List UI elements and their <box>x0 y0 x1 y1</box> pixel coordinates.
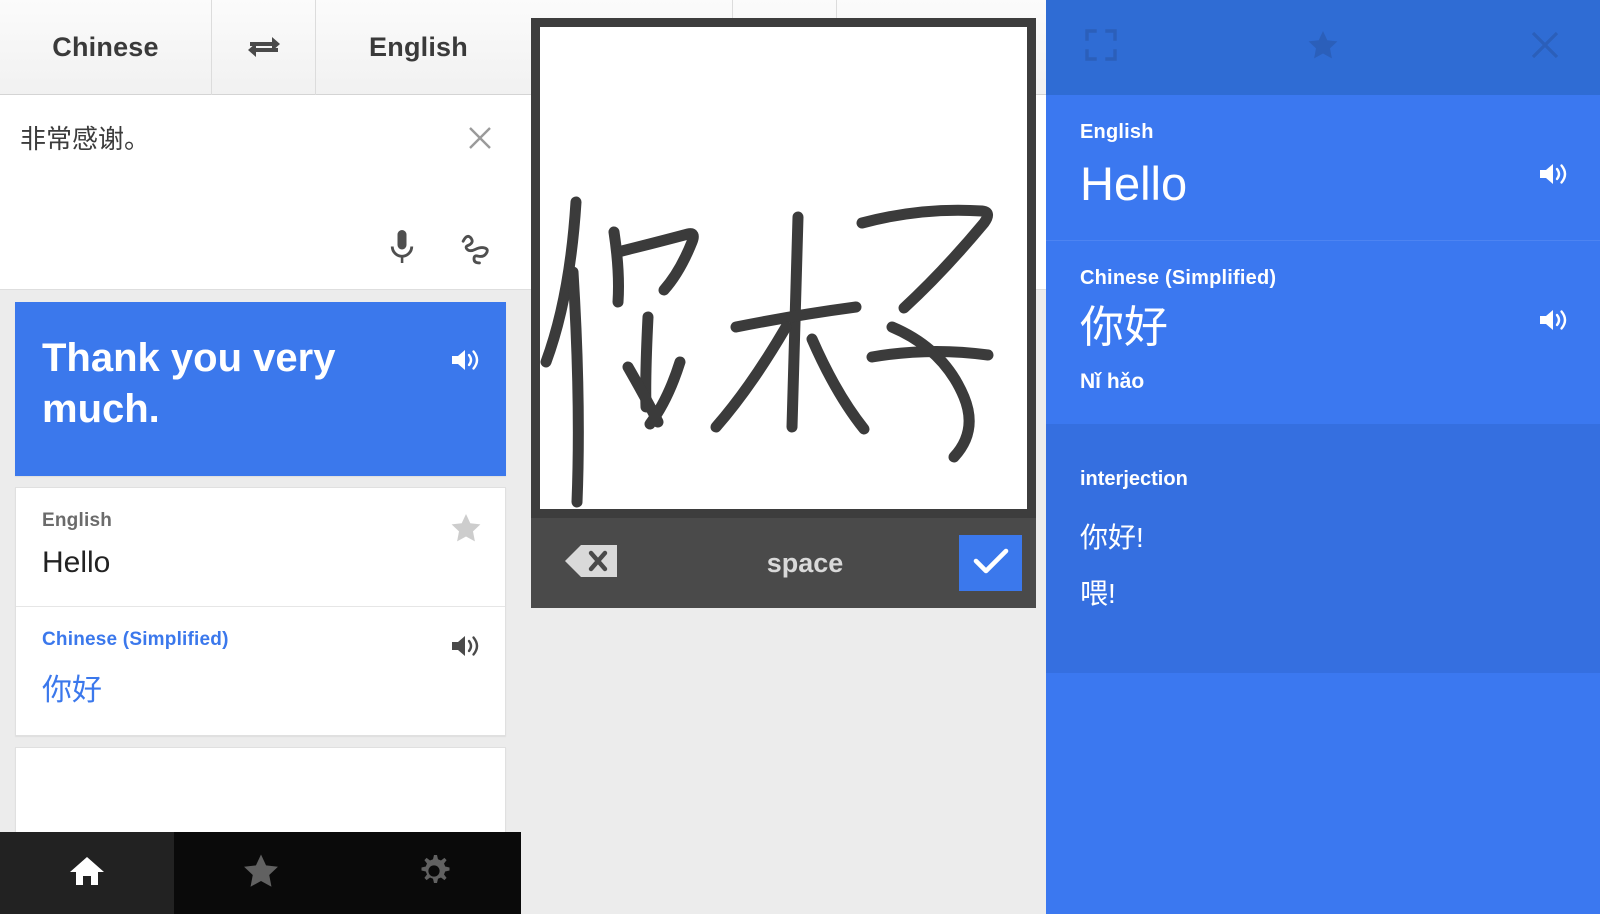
microphone-icon[interactable] <box>383 227 421 269</box>
favorite-button[interactable] <box>1156 29 1490 66</box>
detail-header <box>1046 0 1600 95</box>
source-input-tools <box>383 227 493 269</box>
star-icon <box>1306 29 1340 66</box>
list-item[interactable]: English Hello <box>16 488 505 606</box>
definition-entry: 你好! <box>1080 522 1144 554</box>
handwriting-keyboard-bar: space <box>531 518 1036 608</box>
source-text-area[interactable]: 非常感谢。 <box>0 95 521 290</box>
swap-horizontal-icon <box>246 34 282 60</box>
clear-source-button[interactable] <box>461 119 499 157</box>
definition-entry: 喂! <box>1080 577 1116 609</box>
source-language-button[interactable]: Chinese <box>0 0 212 95</box>
handwriting-frame <box>531 18 1036 518</box>
nav-starred-button[interactable] <box>174 832 348 914</box>
detail-romanization: Nǐ hǎo <box>1080 370 1145 394</box>
nav-settings-button[interactable] <box>347 832 521 914</box>
fullscreen-button[interactable] <box>1046 28 1156 67</box>
space-key[interactable]: space <box>651 548 959 579</box>
detail-target-block: Chinese (Simplified) 你好 Nǐ hǎo <box>1046 239 1600 425</box>
volume-icon[interactable] <box>1536 305 1572 340</box>
detail-source-language: English <box>1080 121 1154 143</box>
volume-icon[interactable] <box>449 345 483 380</box>
handwriting-app-panel: Chinese English 你好 <box>521 0 1046 914</box>
enter-key[interactable] <box>959 535 1022 591</box>
target-language-label: English <box>369 31 468 62</box>
space-key-label: space <box>766 547 844 578</box>
nav-home-button[interactable] <box>0 832 174 914</box>
source-language-label: Chinese <box>52 31 159 62</box>
translation-detail-panel: English Hello Chinese (Simplified) 你好 Nǐ… <box>1046 0 1600 914</box>
primary-translation-card[interactable]: Thank you very much. <box>15 302 506 476</box>
target-language-button[interactable]: English <box>316 0 521 95</box>
volume-icon[interactable] <box>1536 159 1572 194</box>
star-icon <box>241 852 281 895</box>
volume-icon[interactable] <box>449 631 483 666</box>
detail-target-word: 你好 <box>1080 302 1168 352</box>
translate-app-panel: Chinese English 非常感谢。 Thank you very muc… <box>0 0 521 914</box>
screen: Chinese English 非常感谢。 Thank you very muc… <box>0 0 1600 914</box>
detail-definitions-block: interjection 你好! 喂! <box>1046 424 1600 673</box>
handwriting-canvas[interactable] <box>540 27 1027 509</box>
history-card-partial[interactable] <box>15 747 506 837</box>
history-card: English Hello Chinese (Simplified) 你好 <box>15 487 506 736</box>
results-list: Thank you very much. English Hello Chine… <box>0 290 521 837</box>
backspace-key[interactable] <box>531 541 651 586</box>
home-icon <box>67 853 107 894</box>
list-item-word: 你好 <box>42 674 102 707</box>
star-icon[interactable] <box>449 512 483 549</box>
list-item-language: Chinese (Simplified) <box>42 629 229 650</box>
list-item[interactable]: Chinese (Simplified) 你好 <box>16 606 505 735</box>
close-button[interactable] <box>1490 27 1600 68</box>
part-of-speech-label: interjection <box>1080 468 1188 491</box>
gear-icon <box>414 851 454 896</box>
detail-source-block: English Hello <box>1046 95 1600 240</box>
swap-languages-button[interactable] <box>212 0 316 95</box>
language-selector-bar: Chinese English <box>0 0 521 95</box>
list-item-word: Hello <box>42 546 111 579</box>
check-icon <box>973 547 1009 580</box>
detail-source-word: Hello <box>1080 157 1188 210</box>
handwriting-strokes <box>540 196 994 508</box>
handwriting-icon[interactable] <box>455 227 493 269</box>
fullscreen-crop-icon <box>1084 28 1118 67</box>
primary-translation-text: Thank you very much. <box>42 336 336 432</box>
close-icon <box>1527 27 1563 68</box>
backspace-icon <box>563 541 619 586</box>
bottom-navigation <box>0 832 521 914</box>
detail-target-language: Chinese (Simplified) <box>1080 266 1277 289</box>
list-item-language: English <box>42 510 113 531</box>
source-text: 非常感谢。 <box>20 124 151 154</box>
